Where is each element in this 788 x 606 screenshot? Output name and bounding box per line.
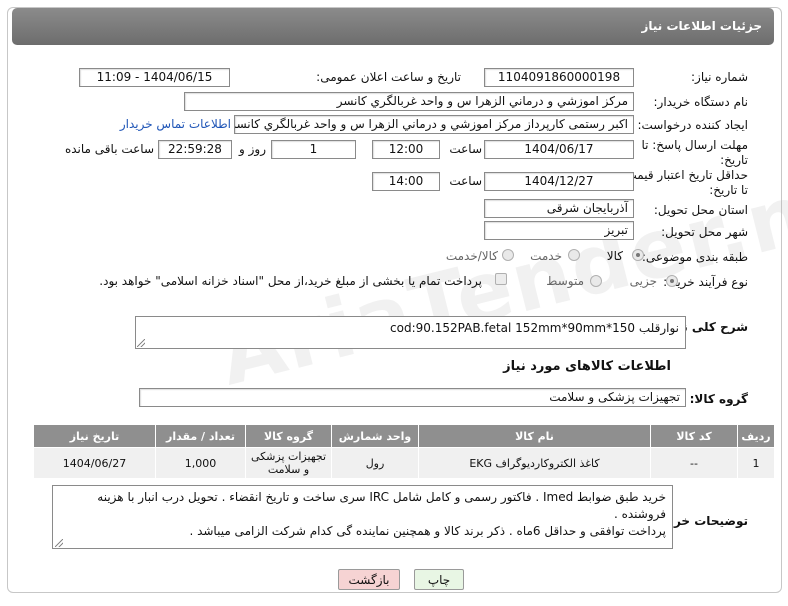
announce-field: 1404/06/15 - 11:09 <box>79 68 230 87</box>
goods-table-header: ردیف کد کالا نام کالا واحد شمارش گروه کا… <box>33 424 775 448</box>
col-header-name: نام کالا <box>418 424 651 448</box>
cell-group: تجهیزات پزشکی و سلامت <box>245 447 332 479</box>
days-label: روز و <box>239 142 266 156</box>
category-option-service: خدمت <box>530 249 562 263</box>
treasury-payment-checkbox[interactable] <box>495 273 507 285</box>
panel-header: جزئیات اطلاعات نیاز <box>12 8 774 45</box>
announce-label: تاریخ و ساعت اعلان عمومی: <box>316 70 461 84</box>
province-label: استان محل تحویل: <box>653 203 748 217</box>
buyer-org-label: نام دستگاه خریدار: <box>653 95 749 109</box>
process-option-minor: جزیی <box>629 274 657 288</box>
col-header-group: گروه کالا <box>245 424 332 448</box>
process-radio-minor[interactable] <box>666 275 678 287</box>
col-header-row: ردیف <box>737 424 775 448</box>
print-button[interactable]: چاپ <box>414 569 464 590</box>
deadline-time-label: ساعت <box>449 142 482 156</box>
summary-field: نوارقلب cod:90.152PAB.fetal 152mm*90mm*1… <box>135 316 686 349</box>
remaining-time-field: 22:59:28 <box>158 140 232 159</box>
category-option-both: کالا/خدمت <box>445 249 498 263</box>
col-header-qty: تعداد / مقدار <box>155 424 246 448</box>
city-field: تبریز <box>484 221 634 240</box>
price-validity-time-field: 14:00 <box>372 172 440 191</box>
category-label: طبقه بندی موضوعی: <box>641 250 748 264</box>
cell-quantity: 1,000 <box>155 447 246 479</box>
resize-grip-icon[interactable] <box>55 539 63 547</box>
requester-label: ایجاد کننده درخواست: <box>637 118 748 132</box>
back-button[interactable]: بازگشت <box>338 569 400 590</box>
resize-grip-icon[interactable] <box>137 339 145 347</box>
category-radio-both[interactable] <box>502 249 514 261</box>
deadline-label-2: تاریخ: <box>720 153 748 167</box>
col-header-code: کد کالا <box>650 424 738 448</box>
category-radio-goods[interactable] <box>632 249 644 261</box>
price-validity-date-field: 1404/12/27 <box>484 172 634 191</box>
days-field: 1 <box>271 140 356 159</box>
deadline-date-field: 1404/06/17 <box>484 140 634 159</box>
process-radio-medium[interactable] <box>590 275 602 287</box>
deadline-time-field: 12:00 <box>372 140 440 159</box>
payment-note: پرداخت تمام یا بخشی از مبلغ خرید،از محل … <box>99 274 482 288</box>
cell-item-code: -- <box>650 447 738 479</box>
goods-group-field: تجهیزات پزشکی و سلامت <box>139 388 686 407</box>
process-option-medium: متوسط <box>546 274 584 288</box>
col-header-unit: واحد شمارش <box>331 424 419 448</box>
price-validity-label-2: تا تاریخ: <box>709 183 748 197</box>
requester-field: اکبر رستمی کارپرداز مرکز اموزشي و درماني… <box>234 115 634 134</box>
goods-table: ردیف کد کالا نام کالا واحد شمارش گروه کا… <box>33 424 775 479</box>
remaining-label: ساعت باقی مانده <box>64 142 154 156</box>
province-field: آذربايجان شرقی <box>484 199 634 218</box>
goods-section-title: اطلاعات کالاهای مورد نیاز <box>503 359 671 374</box>
buyer-org-field: مرکز اموزشي و درماني الزهرا س و واحد غرب… <box>184 92 634 111</box>
need-number-field: 1104091860000198 <box>484 68 634 87</box>
city-label: شهر محل تحویل: <box>661 225 748 239</box>
price-validity-label: حداقل تاریخ اعتبار قیمت: <box>621 168 748 182</box>
buyer-contact-link[interactable]: اطلاعات تماس خریدار <box>120 117 231 131</box>
cell-item-name: كاغذ الكتروكارديوگراف EKG <box>418 447 651 479</box>
buyer-notes-field: خرید طبق ضوابط Imed . فاکتور رسمی و کامل… <box>52 485 673 549</box>
cell-need-date: 1404/06/27 <box>33 447 156 479</box>
deadline-label: مهلت ارسال پاسخ: تا <box>641 138 748 152</box>
goods-group-label: گروه کالا: <box>689 392 748 406</box>
cell-unit: رول <box>331 447 419 479</box>
need-number-label: شماره نیاز: <box>691 70 748 84</box>
category-radio-service[interactable] <box>568 249 580 261</box>
col-header-date: تاریخ نیاز <box>33 424 156 448</box>
category-option-goods: کالا <box>606 249 623 263</box>
cell-row-number: 1 <box>737 447 775 479</box>
price-validity-time-label: ساعت <box>449 174 482 188</box>
table-row: 1 -- كاغذ الكتروكارديوگراف EKG رول تجهیز… <box>33 447 775 479</box>
